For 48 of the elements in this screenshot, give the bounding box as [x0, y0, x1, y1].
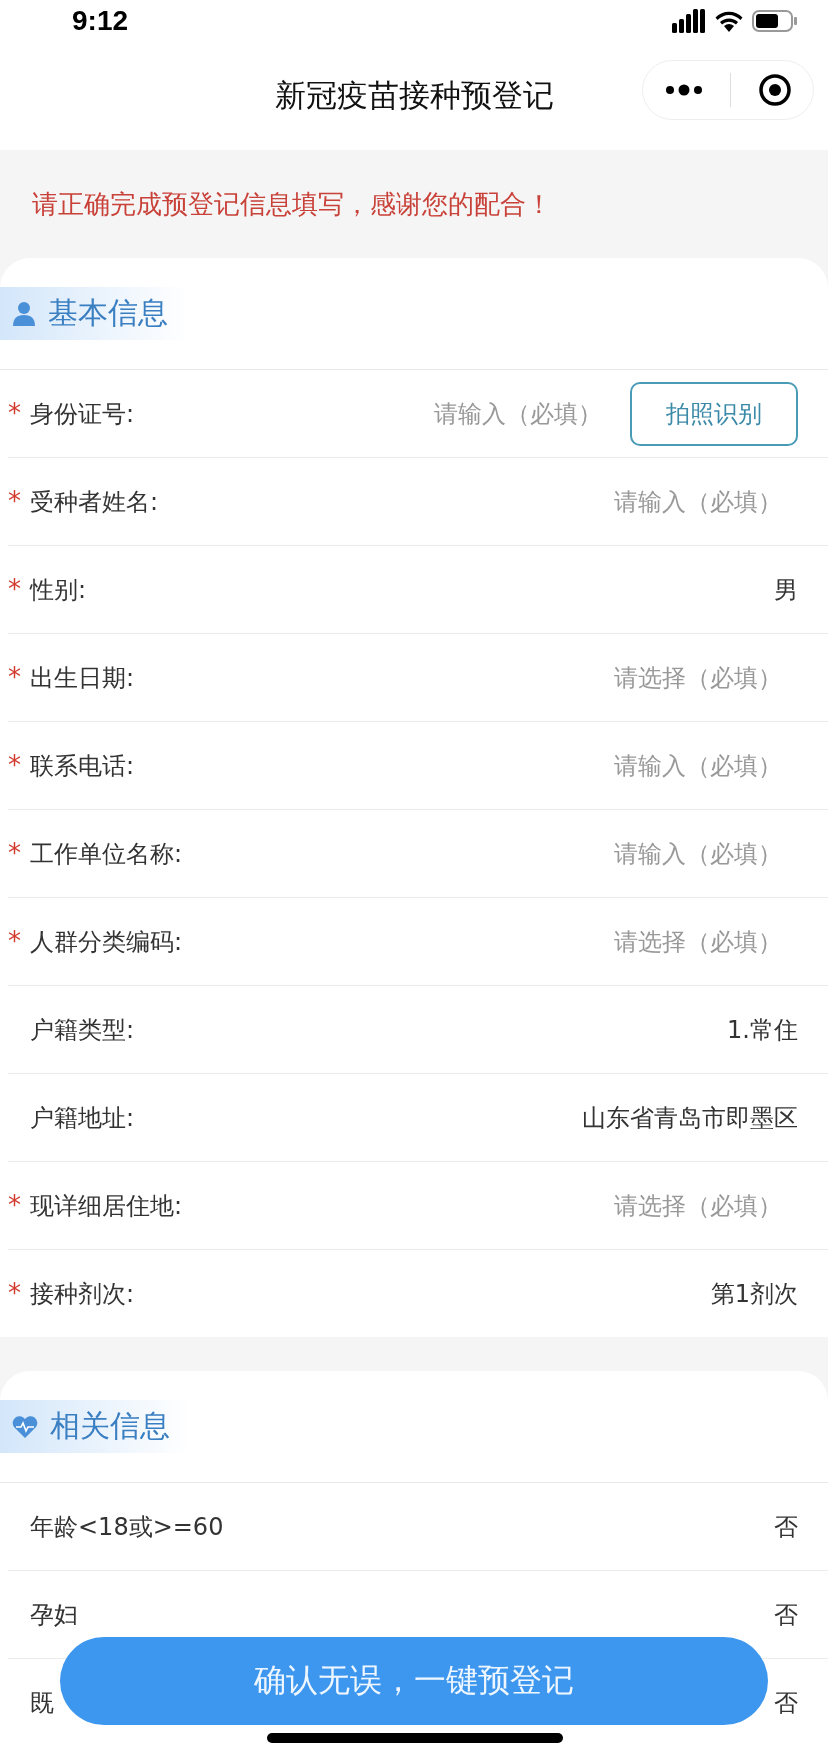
input-field[interactable]: 请选择（必填）: [134, 663, 798, 692]
field-label: 受种者姓名:: [30, 486, 159, 518]
required-mark: *: [8, 400, 22, 426]
field-label: 性别:: [30, 574, 87, 606]
person-icon: [12, 300, 36, 327]
field-label: 现详细居住地:: [30, 1190, 183, 1222]
input-field[interactable]: 请输入（必填）: [158, 487, 798, 516]
required-mark: *: [8, 840, 22, 866]
required-mark: *: [8, 1192, 22, 1218]
field-label: 身份证号:: [30, 398, 135, 430]
field-value[interactable]: 山东省青岛市即墨区: [582, 1101, 798, 1134]
field-label: 工作单位名称:: [30, 838, 183, 870]
field-label: 接种剂次:: [30, 1278, 135, 1310]
notice-text: 请正确完成预登记信息填写，感谢您的配合！: [32, 187, 552, 221]
field-label: 人群分类编码:: [30, 926, 183, 958]
field-label: 户籍地址:: [30, 1102, 135, 1134]
heart-icon: [12, 1414, 38, 1439]
page-title: 新冠疫苗接种预登记: [274, 76, 554, 115]
field-value[interactable]: 否: [774, 1510, 798, 1543]
photo-recognize-button[interactable]: 拍照识别: [630, 381, 798, 446]
input-field[interactable]: 请输入（必填）: [182, 839, 798, 868]
input-field[interactable]: 请选择（必填）: [182, 927, 798, 956]
more-icon[interactable]: [664, 84, 703, 96]
input-field[interactable]: 请输入（必填）: [134, 751, 798, 780]
required-mark: *: [8, 752, 22, 778]
field-value[interactable]: 否: [774, 1598, 798, 1631]
battery-icon: [752, 9, 798, 33]
required-mark: *: [8, 1280, 22, 1306]
field-value[interactable]: 男: [774, 573, 798, 606]
close-icon[interactable]: [757, 73, 792, 107]
field-value[interactable]: 否: [774, 1686, 798, 1719]
field-label: 孕妇: [30, 1599, 78, 1631]
signal-icon: [672, 9, 706, 33]
field-label: 既: [30, 1687, 54, 1719]
status-time: 9:12: [72, 5, 129, 37]
field-label: 出生日期:: [30, 662, 135, 694]
required-mark: *: [8, 576, 22, 602]
field-label: 联系电话:: [30, 750, 135, 782]
field-label: 年龄<18或>=60: [30, 1511, 224, 1543]
field-value[interactable]: 1.常住: [727, 1013, 798, 1046]
wifi-icon: [714, 9, 744, 33]
field-value[interactable]: 第1剂次: [710, 1277, 798, 1310]
input-field[interactable]: 请输入（必填）: [134, 399, 618, 428]
required-mark: *: [8, 928, 22, 954]
field-label: 户籍类型:: [30, 1014, 135, 1046]
required-mark: *: [8, 664, 22, 690]
input-field[interactable]: 请选择（必填）: [182, 1191, 798, 1220]
required-mark: *: [8, 488, 22, 514]
